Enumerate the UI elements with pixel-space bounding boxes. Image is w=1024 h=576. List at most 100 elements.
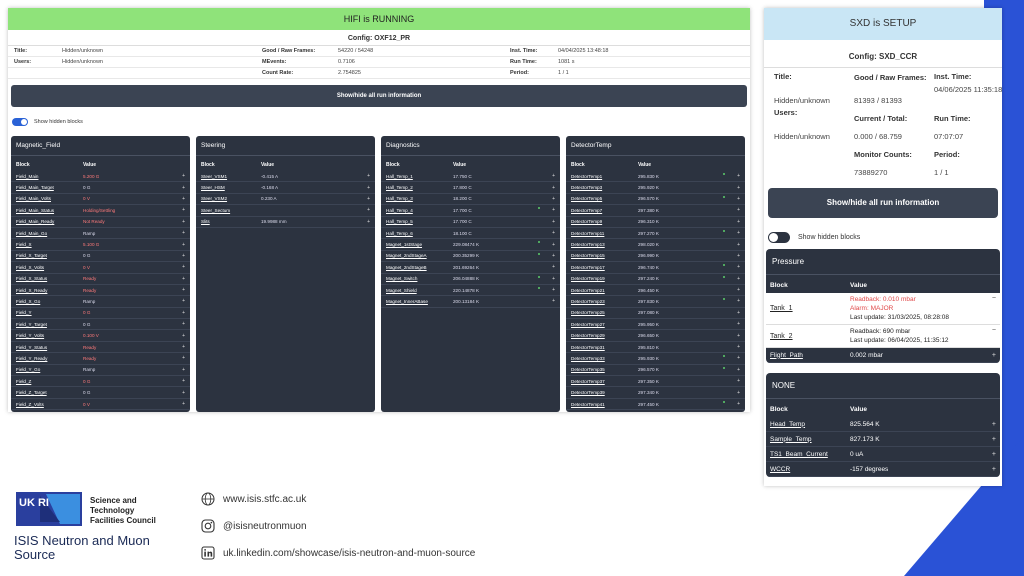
expand-icon[interactable]: + bbox=[552, 173, 555, 179]
block-link[interactable]: Field_Z bbox=[16, 379, 83, 384]
expand-icon[interactable]: + bbox=[737, 355, 740, 361]
block-link[interactable]: Field_Y_Target bbox=[16, 322, 83, 327]
expand-icon[interactable]: + bbox=[992, 466, 996, 473]
block-link[interactable]: Hall_Temp_6 bbox=[386, 231, 453, 236]
expand-icon[interactable]: + bbox=[552, 253, 555, 259]
expand-icon[interactable]: + bbox=[737, 344, 740, 350]
expand-icon[interactable]: + bbox=[552, 287, 555, 293]
expand-icon[interactable]: + bbox=[182, 242, 185, 248]
block-link[interactable]: DetectorTemp13 bbox=[571, 242, 638, 247]
block-link[interactable]: DetectorTemp37 bbox=[571, 379, 638, 384]
block-link[interactable]: DetectorTemp23 bbox=[571, 299, 638, 304]
block-link[interactable]: Sample_Temp bbox=[770, 436, 850, 443]
expand-icon[interactable]: + bbox=[182, 276, 185, 282]
expand-icon[interactable]: + bbox=[737, 173, 740, 179]
expand-icon[interactable]: + bbox=[737, 390, 740, 396]
block-link[interactable]: DetectorTemp39 bbox=[571, 390, 638, 395]
block-link[interactable]: Field_Main_Target bbox=[16, 185, 83, 190]
block-link[interactable]: Field_Main_Go bbox=[16, 231, 83, 236]
expand-icon[interactable]: + bbox=[992, 436, 996, 443]
expand-icon[interactable]: + bbox=[182, 321, 185, 327]
block-link[interactable]: Tank_2 bbox=[770, 333, 850, 340]
block-link[interactable]: Flight_Path bbox=[770, 352, 850, 359]
block-link[interactable]: Field_Y bbox=[16, 310, 83, 315]
block-link[interactable]: Magnet_Shield bbox=[386, 288, 453, 293]
expand-icon[interactable]: + bbox=[737, 230, 740, 236]
block-link[interactable]: DetectorTemp41 bbox=[571, 402, 638, 407]
block-link[interactable]: DetectorTemp31 bbox=[571, 345, 638, 350]
expand-icon[interactable]: + bbox=[737, 298, 740, 304]
block-link[interactable]: Field_X_Go bbox=[16, 299, 83, 304]
block-link[interactable]: Hall_Temp_4 bbox=[386, 208, 453, 213]
block-link[interactable]: Field_Main_Ready bbox=[16, 219, 83, 224]
block-link[interactable]: WCCR bbox=[770, 466, 850, 473]
block-link[interactable]: DetectorTemp3 bbox=[571, 185, 638, 190]
expand-icon[interactable]: + bbox=[182, 367, 185, 373]
block-link[interactable]: DetectorTemp33 bbox=[571, 356, 638, 361]
block-link[interactable]: Steer_Sectum bbox=[201, 208, 261, 213]
expand-icon[interactable]: + bbox=[737, 264, 740, 270]
block-link[interactable]: Field_Y_Status bbox=[16, 345, 83, 350]
block-link[interactable]: Magnet_2ndStageA bbox=[386, 253, 453, 258]
expand-icon[interactable]: + bbox=[737, 219, 740, 225]
block-link[interactable]: Head_Temp bbox=[770, 421, 850, 428]
expand-icon[interactable]: + bbox=[367, 173, 370, 179]
block-link[interactable]: Field_Z_Target bbox=[16, 390, 83, 395]
hifi-show-hidden-toggle[interactable] bbox=[12, 118, 28, 126]
block-link[interactable]: DetectorTemp11 bbox=[571, 231, 638, 236]
block-link[interactable]: DetectorTemp7 bbox=[571, 208, 638, 213]
expand-icon[interactable]: + bbox=[182, 173, 185, 179]
block-link[interactable]: Hall_Temp_1 bbox=[386, 174, 453, 179]
block-link[interactable]: Hall_Temp_5 bbox=[386, 219, 453, 224]
collapse-icon[interactable]: − bbox=[992, 295, 996, 322]
expand-icon[interactable]: + bbox=[182, 378, 185, 384]
expand-icon[interactable]: + bbox=[182, 310, 185, 316]
block-link[interactable]: DetectorTemp1 bbox=[571, 174, 638, 179]
block-link[interactable]: Field_X_Status bbox=[16, 276, 83, 281]
block-link[interactable]: Field_Y_Ready bbox=[16, 356, 83, 361]
block-link[interactable]: Slits bbox=[201, 219, 261, 224]
expand-icon[interactable]: + bbox=[367, 207, 370, 213]
expand-icon[interactable]: + bbox=[182, 401, 185, 407]
expand-icon[interactable]: + bbox=[992, 352, 996, 359]
expand-icon[interactable]: + bbox=[367, 219, 370, 225]
expand-icon[interactable]: + bbox=[737, 196, 740, 202]
block-link[interactable]: Hall_Temp_3 bbox=[386, 196, 453, 201]
block-link[interactable]: Magnet_Switch bbox=[386, 276, 453, 281]
expand-icon[interactable]: + bbox=[737, 287, 740, 293]
block-link[interactable]: Hall_Temp_2 bbox=[386, 185, 453, 190]
expand-icon[interactable]: + bbox=[737, 185, 740, 191]
block-link[interactable]: Tank_1 bbox=[770, 305, 850, 312]
expand-icon[interactable]: + bbox=[552, 298, 555, 304]
linkedin-link[interactable]: uk.linkedin.com/showcase/isis-neutron-an… bbox=[223, 548, 475, 559]
sxd-show-hidden-toggle[interactable] bbox=[768, 232, 790, 243]
block-link[interactable]: DetectorTemp21 bbox=[571, 288, 638, 293]
block-link[interactable]: DetectorTemp9 bbox=[571, 219, 638, 224]
expand-icon[interactable]: + bbox=[552, 276, 555, 282]
expand-icon[interactable]: + bbox=[182, 298, 185, 304]
expand-icon[interactable]: + bbox=[182, 185, 185, 191]
block-link[interactable]: Field_Main_Volts bbox=[16, 196, 83, 201]
expand-icon[interactable]: + bbox=[182, 219, 185, 225]
expand-icon[interactable]: + bbox=[182, 264, 185, 270]
expand-icon[interactable]: + bbox=[182, 390, 185, 396]
block-link[interactable]: DetectorTemp27 bbox=[571, 322, 638, 327]
expand-icon[interactable]: + bbox=[737, 242, 740, 248]
block-link[interactable]: DetectorTemp35 bbox=[571, 367, 638, 372]
website-link[interactable]: www.isis.stfc.ac.uk bbox=[223, 494, 306, 505]
block-link[interactable]: Field_Main bbox=[16, 174, 83, 179]
block-link[interactable]: DetectorTemp19 bbox=[571, 276, 638, 281]
expand-icon[interactable]: + bbox=[367, 196, 370, 202]
block-link[interactable]: Steer_HSM bbox=[201, 185, 261, 190]
expand-icon[interactable]: + bbox=[552, 196, 555, 202]
block-link[interactable]: Steer_VSM1 bbox=[201, 174, 261, 179]
expand-icon[interactable]: + bbox=[737, 207, 740, 213]
block-link[interactable]: Field_Main_Status bbox=[16, 208, 83, 213]
instagram-link[interactable]: @isisneutronmuon bbox=[223, 521, 307, 532]
expand-icon[interactable]: + bbox=[552, 207, 555, 213]
expand-icon[interactable]: + bbox=[552, 230, 555, 236]
block-link[interactable]: DetectorTemp15 bbox=[571, 253, 638, 258]
expand-icon[interactable]: + bbox=[737, 367, 740, 373]
expand-icon[interactable]: + bbox=[182, 355, 185, 361]
collapse-icon[interactable]: − bbox=[992, 327, 996, 345]
